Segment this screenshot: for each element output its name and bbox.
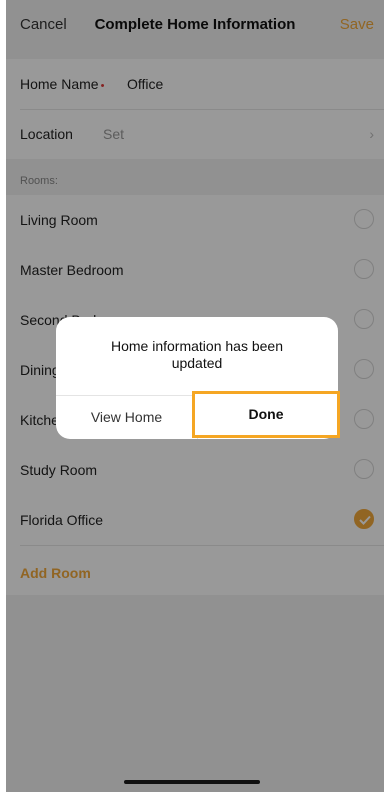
view-home-button[interactable]: View Home [56,395,197,439]
home-indicator[interactable] [124,780,260,784]
done-button[interactable]: Done [192,391,340,438]
screen: Cancel Complete Home Information Save Ho… [6,0,384,792]
dialog-message: Home information has been updated [111,338,283,371]
alert-dialog: Home information has been updated View H… [56,317,340,439]
